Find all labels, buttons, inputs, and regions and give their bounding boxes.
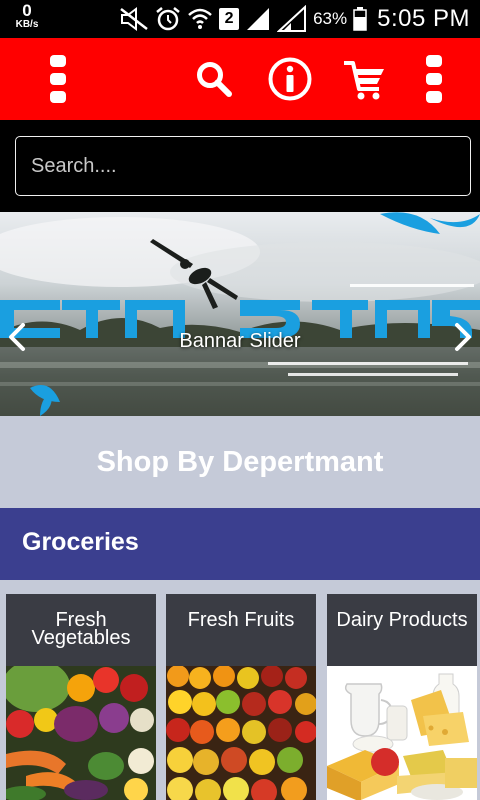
network-speed-value: 0 (22, 1, 32, 20)
product-image-vegetables (6, 666, 156, 800)
mute-icon (120, 7, 148, 31)
wifi-icon (188, 8, 212, 29)
status-icons: 2 63% 5:05 PM (119, 0, 470, 38)
product-image-fruits (166, 666, 316, 800)
product-label: Fresh Fruits (187, 609, 295, 631)
search-button[interactable] (190, 38, 238, 120)
banner-image (0, 212, 480, 416)
product-card-fruits[interactable]: Fresh Fruits (166, 594, 316, 800)
more-button[interactable] (412, 38, 456, 120)
info-button[interactable] (265, 38, 315, 120)
search-input[interactable] (15, 136, 471, 196)
chevron-left-icon (9, 323, 25, 351)
department-header: Shop By Depertmant (0, 416, 480, 508)
search-icon (197, 62, 232, 97)
chevron-right-icon (455, 323, 471, 351)
signal-icon-1 (247, 8, 270, 30)
banner-prev-button[interactable] (2, 312, 32, 362)
app-bar (0, 38, 480, 120)
alarm-icon (156, 7, 180, 31)
banner-slider[interactable]: Bannar Slider (0, 212, 480, 416)
product-label: Fresh Vegetables (31, 609, 131, 649)
clock: 5:05 PM (377, 5, 470, 32)
sim-slot-badge: 2 (219, 8, 240, 30)
network-speed-unit: KB/s (15, 19, 39, 30)
banner-next-button[interactable] (448, 312, 478, 362)
network-speed: 0 KB/s (12, 2, 42, 30)
category-title: Groceries (22, 528, 139, 556)
product-card-dairy[interactable]: Dairy Products (327, 594, 477, 800)
cart-icon (344, 61, 384, 100)
product-label: Dairy Products (336, 609, 468, 631)
banner-caption: Bannar Slider (179, 330, 301, 352)
battery-icon (353, 7, 367, 31)
status-bar: 0 KB/s 2 63% 5:05 PM (0, 0, 480, 38)
search-bar (0, 120, 480, 212)
menu-button[interactable] (36, 38, 80, 120)
battery-percent: 63% (313, 9, 348, 28)
category-bar[interactable]: Groceries (0, 508, 480, 580)
cart-button[interactable] (340, 38, 390, 120)
department-title: Shop By Depertmant (96, 445, 384, 478)
signal-icon-2 (277, 5, 307, 32)
info-icon (268, 57, 312, 101)
menu-icon (50, 55, 66, 103)
more-icon (426, 55, 442, 103)
product-card-vegetables[interactable]: Fresh Vegetables (6, 594, 156, 800)
product-image-dairy (327, 666, 477, 800)
